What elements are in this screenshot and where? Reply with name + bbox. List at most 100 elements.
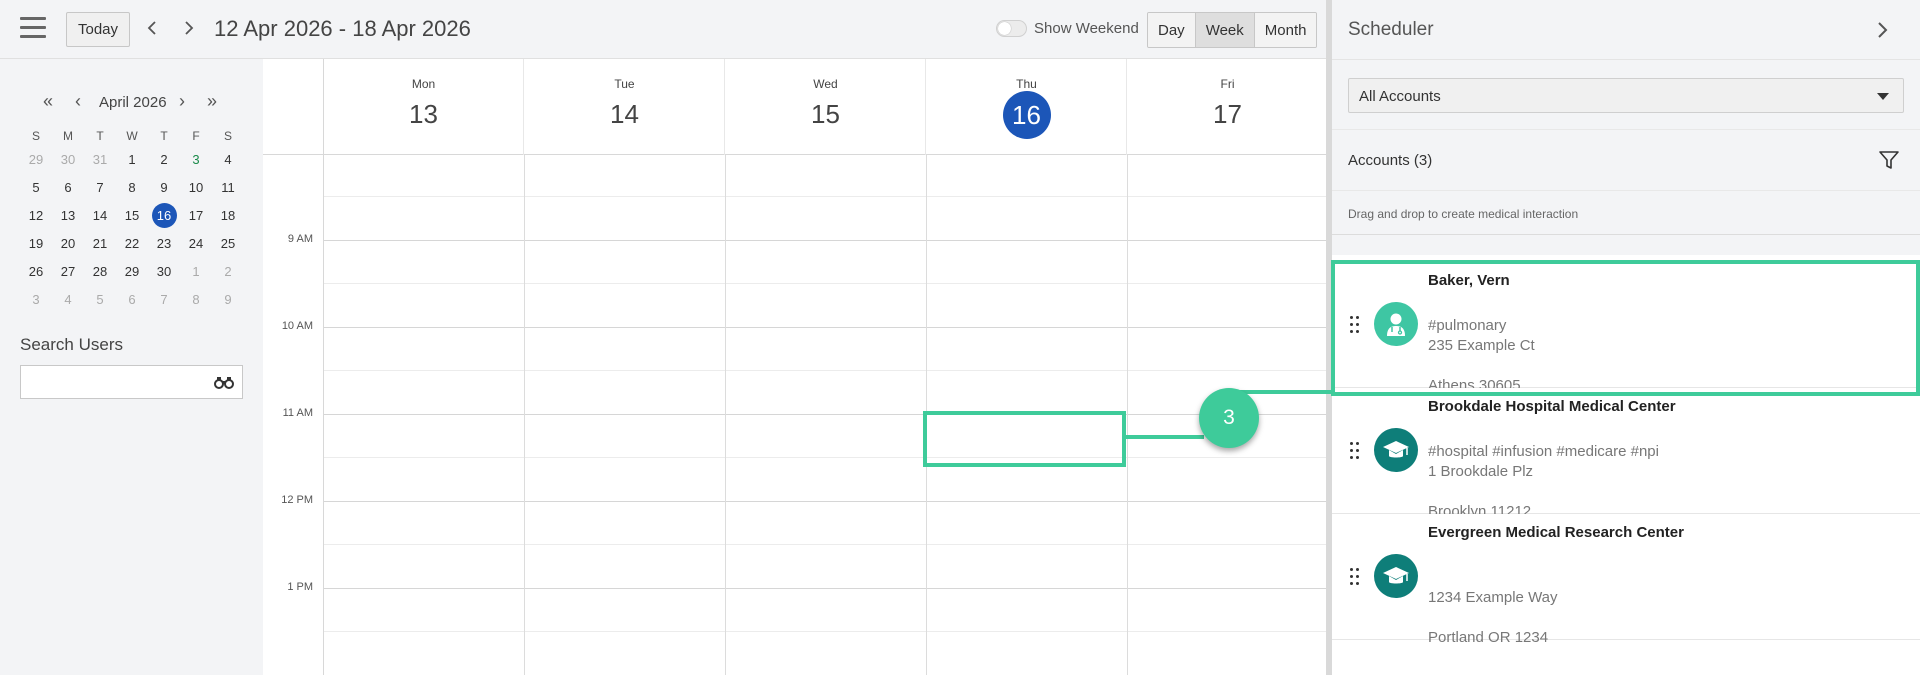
account-item[interactable]: Baker, Vern #pulmonary 235 Example Ct At…: [1332, 262, 1920, 394]
view-day-button[interactable]: Day: [1148, 13, 1196, 47]
mini-calendar-day[interactable]: 6: [116, 286, 148, 314]
account-item[interactable]: Brookdale Hospital Medical Center #hospi…: [1332, 388, 1920, 520]
drag-handle-icon[interactable]: [1350, 316, 1360, 334]
account-item[interactable]: Evergreen Medical Research Center 1234 E…: [1332, 514, 1920, 646]
view-week-button[interactable]: Week: [1195, 13, 1255, 47]
show-weekend-toggle[interactable]: [996, 20, 1027, 37]
drag-hint: Drag and drop to create medical interact…: [1348, 207, 1579, 221]
binoculars-icon[interactable]: [214, 375, 234, 389]
chevron-right-icon: [185, 21, 194, 35]
day-column-header[interactable]: Thu 16: [927, 59, 1127, 155]
day-number: 22: [124, 236, 140, 251]
day-number: 30: [156, 264, 172, 279]
weekday-header: M: [63, 129, 73, 143]
collapse-panel-button[interactable]: [1872, 18, 1892, 42]
previous-month-button[interactable]: ‹: [70, 92, 86, 112]
hour-line: [324, 327, 1330, 328]
mini-calendar-day[interactable]: 9: [212, 286, 244, 314]
mini-calendar-day[interactable]: 18: [212, 202, 244, 230]
mini-calendar-day[interactable]: 17: [180, 202, 212, 230]
drag-handle-icon[interactable]: [1350, 442, 1360, 460]
time-label: 8 AM: [288, 155, 313, 158]
previous-year-button[interactable]: «: [40, 92, 56, 112]
mini-calendar-day[interactable]: 30: [148, 258, 180, 286]
week-time-grid[interactable]: 8 AM 9 AM 10 AM 11 AM 12 PM 1 PM: [263, 155, 1330, 675]
mini-calendar-day[interactable]: 27: [52, 258, 84, 286]
mini-calendar-day[interactable]: 25: [212, 230, 244, 258]
search-users-input[interactable]: [21, 366, 207, 398]
mini-calendar-day[interactable]: 15: [116, 202, 148, 230]
mini-calendar-day[interactable]: 7: [148, 286, 180, 314]
list-spacer: [1332, 235, 1920, 255]
day-number: 11: [221, 180, 235, 195]
day-number: 12: [28, 208, 44, 223]
mini-calendar-month[interactable]: April 2026: [99, 94, 167, 111]
drag-handle-icon[interactable]: [1350, 568, 1360, 586]
mini-calendar-day[interactable]: 2: [212, 258, 244, 286]
mini-calendar-day[interactable]: 8: [180, 286, 212, 314]
next-year-button[interactable]: »: [204, 92, 220, 112]
mini-calendar-day[interactable]: 16: [148, 202, 180, 230]
mini-calendar-day[interactable]: 22: [116, 230, 148, 258]
half-hour-line: [324, 370, 1330, 371]
day-column-header[interactable]: Wed 15: [726, 59, 926, 155]
next-month-button[interactable]: ›: [174, 92, 190, 112]
search-users-label: Search Users: [20, 335, 123, 354]
next-week-button[interactable]: [179, 14, 199, 42]
day-number: 9: [160, 180, 168, 195]
today-button[interactable]: Today: [66, 12, 131, 47]
day-column-divider: [725, 155, 726, 675]
mini-calendar-day[interactable]: 28: [84, 258, 116, 286]
half-hour-line: [324, 196, 1330, 197]
mini-calendar-day[interactable]: 14: [84, 202, 116, 230]
mini-calendar-day[interactable]: 10: [180, 174, 212, 202]
mini-calendar-day[interactable]: 12: [20, 202, 52, 230]
mini-calendar-day[interactable]: 2: [148, 146, 180, 174]
day-number: 1: [128, 152, 136, 167]
mini-calendar-day[interactable]: 23: [148, 230, 180, 258]
mini-calendar-day[interactable]: 1: [116, 146, 148, 174]
mini-calendar-day[interactable]: 9: [148, 174, 180, 202]
weekday-header: S: [223, 129, 232, 143]
day-column-header[interactable]: Mon 13: [324, 59, 524, 155]
previous-week-button[interactable]: [142, 14, 162, 42]
mini-calendar-day[interactable]: 4: [52, 286, 84, 314]
mini-calendar-day[interactable]: 24: [180, 230, 212, 258]
account-filter-select[interactable]: All Accounts: [1348, 78, 1904, 113]
mini-calendar-day[interactable]: 29: [20, 146, 52, 174]
account-tags: #hospital #infusion #medicare #npi: [1428, 443, 1659, 460]
mini-calendar-day[interactable]: 5: [84, 286, 116, 314]
day-column-divider: [1127, 155, 1128, 675]
mini-calendar-day[interactable]: 21: [84, 230, 116, 258]
mini-calendar-day[interactable]: 26: [20, 258, 52, 286]
mini-calendar-day[interactable]: 5: [20, 174, 52, 202]
mini-calendar-day[interactable]: 8: [116, 174, 148, 202]
day-number: 23: [156, 236, 172, 251]
mini-calendar-day[interactable]: 1: [180, 258, 212, 286]
week-calendar: Mon 13 Tue 14 Wed 15 Thu16 Fri 17 8 AM 9 AM 10 AM 1…: [263, 59, 1330, 675]
mini-calendar-day[interactable]: 31: [84, 146, 116, 174]
day-column-header[interactable]: Fri 17: [1128, 59, 1328, 155]
mini-calendar-day[interactable]: 29: [116, 258, 148, 286]
view-month-button[interactable]: Month: [1254, 13, 1317, 47]
graduation-cap-icon: [1374, 554, 1418, 598]
time-label: 9 AM: [287, 233, 313, 245]
mini-calendar-day[interactable]: 13: [52, 202, 84, 230]
calendar-toolbar: Today 12 Apr 2026 - 18 Apr 2026 Show Wee…: [0, 0, 1330, 59]
mini-calendar-day[interactable]: 3: [20, 286, 52, 314]
day-column-header[interactable]: Tue 14: [525, 59, 725, 155]
hamburger-menu-icon[interactable]: [20, 17, 46, 39]
mini-calendar-day[interactable]: 20: [52, 230, 84, 258]
mini-calendar-day[interactable]: 30: [52, 146, 84, 174]
mini-calendar-day[interactable]: 4: [212, 146, 244, 174]
graduation-cap-icon: [1374, 428, 1418, 472]
mini-calendar-day[interactable]: 7: [84, 174, 116, 202]
day-number: 3: [32, 292, 40, 307]
filter-icon[interactable]: [1878, 149, 1900, 171]
mini-calendar-day[interactable]: 3: [180, 146, 212, 174]
day-number-text: 14: [610, 99, 639, 129]
mini-calendar-day[interactable]: 19: [20, 230, 52, 258]
mini-calendar-day[interactable]: 6: [52, 174, 84, 202]
mini-calendar-day[interactable]: 11: [212, 174, 244, 202]
tutorial-step-badge[interactable]: 3: [1199, 388, 1259, 448]
